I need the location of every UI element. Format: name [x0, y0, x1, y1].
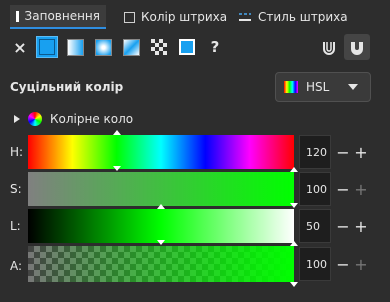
color-wheel-label: Колірне коло: [50, 112, 134, 126]
saturation-label: S:: [10, 182, 22, 196]
alpha-increment-button[interactable]: +: [354, 247, 368, 281]
saturation-value-field[interactable]: 100: [299, 172, 331, 206]
alpha-decrement-button[interactable]: −: [336, 247, 350, 281]
solid-color-title: Суцільний колір: [10, 80, 124, 94]
linear-gradient-icon: [66, 38, 84, 56]
lightness-marker-bottom: [157, 240, 165, 245]
hue-value-field[interactable]: 120: [299, 135, 331, 169]
fill-nonzero-icon: [351, 42, 363, 55]
stroke-paint-tab-icon: [124, 11, 135, 23]
lightness-value-field[interactable]: 50: [299, 209, 331, 243]
saturation-marker-bottom: [290, 203, 298, 208]
alpha-marker-bottom: [290, 282, 298, 287]
hue-marker-top: [112, 130, 121, 135]
flat-color-button[interactable]: [36, 36, 58, 58]
tab-stroke-paint-label: Колір штриха: [141, 10, 228, 24]
swatch-button[interactable]: [176, 36, 198, 58]
unset-paint-button[interactable]: ?: [204, 36, 226, 58]
saturation-marker-top: [290, 167, 298, 172]
pattern-icon: [151, 39, 167, 55]
color-mode-value: HSL: [306, 80, 330, 94]
color-mode-icon: [284, 81, 298, 93]
saturation-decrement-button[interactable]: −: [336, 172, 350, 206]
pattern-button[interactable]: [148, 36, 170, 58]
chevron-down-icon: [348, 84, 358, 90]
linear-gradient-button[interactable]: [64, 36, 86, 58]
fill-rule-nonzero-button[interactable]: [344, 34, 370, 60]
tab-fill-label: Заповнення: [24, 9, 100, 23]
radial-gradient-icon: [94, 38, 112, 56]
tab-stroke-style[interactable]: Стиль штриха: [238, 5, 348, 29]
hue-marker-bottom: [112, 166, 121, 171]
stroke-style-icon: [239, 13, 251, 21]
tab-stroke-style-label: Стиль штриха: [258, 10, 348, 24]
fill-tab-icon: [16, 10, 19, 22]
color-wheel-expander[interactable]: Колірне коло: [14, 110, 133, 128]
radial-gradient-button[interactable]: [92, 36, 114, 58]
alpha-value-field[interactable]: 100: [299, 247, 331, 281]
tab-stroke-paint[interactable]: Колір штриха: [124, 5, 227, 29]
chevron-right-icon: [14, 115, 20, 123]
lightness-marker-top: [157, 204, 165, 209]
lightness-increment-button[interactable]: +: [354, 209, 368, 243]
swatch-icon: [179, 39, 195, 55]
tab-fill[interactable]: Заповнення: [10, 5, 106, 29]
no-paint-button[interactable]: ×: [9, 36, 31, 58]
fill-evenodd-icon: [323, 42, 335, 55]
saturation-slider[interactable]: [28, 172, 294, 206]
alpha-slider[interactable]: [28, 246, 294, 282]
hue-label: H:: [10, 145, 24, 159]
lightness-slider[interactable]: [28, 209, 294, 243]
saturation-increment-button[interactable]: +: [354, 172, 368, 206]
color-wheel-icon: [28, 112, 42, 126]
alpha-label: A:: [10, 259, 23, 273]
hue-slider[interactable]: [28, 135, 294, 169]
fill-rule-evenodd-button[interactable]: [318, 36, 340, 58]
hue-increment-button[interactable]: +: [354, 135, 368, 169]
flat-color-icon: [39, 39, 55, 55]
hue-decrement-button[interactable]: −: [336, 135, 350, 169]
alpha-marker-top: [290, 241, 298, 246]
lightness-label: L:: [10, 219, 21, 233]
color-mode-dropdown[interactable]: HSL: [275, 72, 371, 102]
mesh-gradient-button[interactable]: [120, 36, 142, 58]
lightness-decrement-button[interactable]: −: [336, 209, 350, 243]
mesh-gradient-icon: [122, 38, 140, 56]
